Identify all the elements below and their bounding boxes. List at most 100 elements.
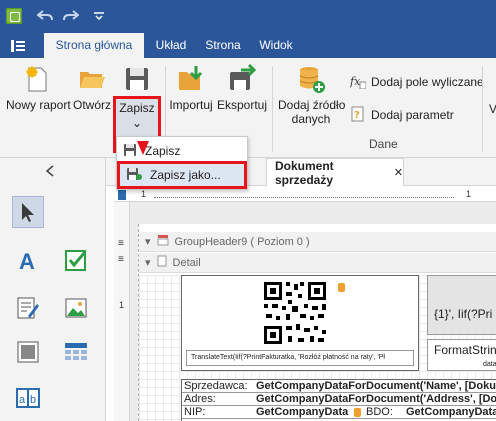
- new-report-button[interactable]: Nowy raport: [6, 64, 71, 112]
- collapse-all-icon[interactable]: ≡: [118, 238, 124, 249]
- company-data-table[interactable]: Sprzedawca: GetCompanyDataForDocument('N…: [181, 379, 496, 421]
- tab-widok[interactable]: Widok: [256, 33, 296, 58]
- save-dropdown-chevron-icon[interactable]: ⌄: [116, 116, 158, 130]
- ribbon-separator: [482, 66, 483, 152]
- database-add-icon: [296, 64, 326, 94]
- svg-text:A: A: [19, 249, 35, 272]
- ruler-mark: 1: [466, 189, 472, 199]
- tab-strona-glowna[interactable]: Strona główna: [44, 33, 144, 58]
- table-row[interactable]: Adres: GetCompanyDataForDocument('Addres…: [182, 393, 496, 406]
- open-folder-icon: [77, 64, 107, 94]
- qr-code-container[interactable]: TranslateText(Iif(?PrintFakturatka, 'Roz…: [181, 275, 419, 371]
- collapse-all-icon[interactable]: ≡: [118, 254, 124, 265]
- tab-dokument-sprzedazy[interactable]: Dokument sprzedaży ✕: [266, 158, 404, 187]
- data-group-label: Dane: [369, 137, 398, 151]
- redo-icon[interactable]: [62, 7, 80, 25]
- character-comb-tool-icon[interactable]: ab: [12, 382, 44, 414]
- group-header-icon: [157, 234, 169, 249]
- parameter-icon: ?: [350, 106, 366, 125]
- save-button[interactable]: [116, 64, 158, 94]
- collapse-triangle-icon[interactable]: ▾: [145, 235, 151, 248]
- add-parameter-label: Dodaj parametr: [371, 108, 454, 122]
- ruler-ticks: [154, 197, 454, 198]
- collapse-chevron-icon[interactable]: [45, 164, 55, 180]
- add-calculated-field-label: Dodaj pole wyliczane: [371, 75, 484, 89]
- ruler-mark: 1: [119, 300, 125, 310]
- row-value: GetCompanyDataForDocument('Name', [Doku: [256, 380, 496, 392]
- app-logo-icon: [6, 8, 22, 24]
- detail-band-icon: [157, 255, 167, 270]
- svg-text:b: b: [30, 394, 36, 406]
- menu-item-save-as[interactable]: Zapisz jako...: [117, 161, 247, 189]
- add-data-source-label-line2: danych: [291, 112, 331, 126]
- row-label: NIP:: [184, 406, 206, 418]
- export-label: Eksportuj: [217, 98, 268, 112]
- expression-text: {1}', Iif(?Pri: [434, 307, 493, 321]
- save-disk-icon: [122, 64, 152, 94]
- data-binding-icon: [354, 406, 361, 419]
- menu-item-save-label: Zapisz: [145, 144, 181, 158]
- toolbox-panel: A ab: [0, 158, 106, 421]
- undo-icon[interactable]: [36, 7, 54, 25]
- data-binding-icon: [338, 280, 345, 294]
- tab-strona[interactable]: Strona: [200, 33, 246, 58]
- format-string-text: FormatStrin: [434, 343, 496, 357]
- new-report-label: Nowy raport: [6, 98, 71, 112]
- add-calculated-field-button[interactable]: fx Dodaj pole wyliczane: [349, 72, 484, 92]
- svg-text:a: a: [19, 394, 26, 406]
- save-small-icon: [123, 143, 137, 160]
- vertical-ruler: ≡ ≡ 1: [114, 202, 130, 421]
- collapse-triangle-icon[interactable]: ▾: [145, 256, 151, 269]
- pointer-tool-icon[interactable]: [12, 196, 44, 228]
- expression-box[interactable]: {1}', Iif(?Pri: [427, 275, 496, 335]
- format-string-subtext: data: [483, 361, 496, 368]
- svg-text:?: ?: [354, 110, 360, 121]
- quick-access-dropdown-icon[interactable]: [90, 7, 108, 25]
- row-label: Adres:: [184, 393, 216, 405]
- tab-uklad[interactable]: Układ: [148, 33, 194, 58]
- menu-item-save-as-label: Zapisz jako...: [150, 168, 221, 182]
- row-value: GetCompanyData: [256, 406, 349, 418]
- rich-text-tool-icon[interactable]: [12, 292, 44, 324]
- open-button[interactable]: Otwórz: [72, 64, 112, 112]
- qr-code-icon: [262, 280, 328, 346]
- report-page: ▾ GroupHeader9 ( Poziom 0 ) ▾ Detail Tra…: [138, 224, 496, 421]
- table-row[interactable]: NIP: GetCompanyData BDO: GetCompanyData: [182, 406, 496, 419]
- add-data-source-label-line1: Dodaj źródło: [278, 98, 346, 112]
- table-row[interactable]: Sprzedawca: GetCompanyDataForDocument('N…: [182, 380, 496, 393]
- import-button[interactable]: Importuj: [168, 64, 214, 112]
- qr-caption-expression[interactable]: TranslateText(Iif(?PrintFakturatka, 'Roz…: [186, 350, 414, 366]
- svg-text:fx: fx: [350, 75, 361, 88]
- export-button[interactable]: Eksportuj: [217, 63, 268, 112]
- import-icon: [176, 64, 206, 94]
- save-label: Zapisz: [119, 101, 155, 115]
- save-dropdown-menu: Zapisz Zapisz jako...: [116, 136, 248, 190]
- new-report-icon: [22, 64, 52, 94]
- file-menu-icon[interactable]: [0, 33, 36, 58]
- add-data-source-button[interactable]: Dodaj źródło danych: [278, 64, 346, 126]
- checkbox-tool-icon[interactable]: [60, 244, 92, 276]
- format-string-box[interactable]: FormatStrin data: [427, 339, 496, 371]
- add-parameter-button[interactable]: ? Dodaj parametr: [350, 105, 454, 125]
- horizontal-ruler: 1 1: [114, 188, 496, 202]
- report-canvas[interactable]: ▾ GroupHeader9 ( Poziom 0 ) ▾ Detail Tra…: [130, 202, 496, 421]
- close-icon[interactable]: ✕: [394, 166, 403, 179]
- group-header-band[interactable]: ▾ GroupHeader9 ( Poziom 0 ): [139, 232, 496, 252]
- row-value-secondary: GetCompanyData: [406, 406, 496, 418]
- row-label: Sprzedawca:: [184, 380, 248, 392]
- save-as-icon: [126, 167, 142, 184]
- calculated-field-icon: fx: [349, 73, 367, 92]
- ribbon-separator: [272, 66, 273, 152]
- row-label-secondary: BDO:: [366, 406, 393, 418]
- group-header-label: GroupHeader9 ( Poziom 0 ): [174, 235, 310, 248]
- label-tool-icon[interactable]: A: [12, 244, 44, 276]
- red-pointer-arrow: [137, 141, 149, 155]
- detail-band[interactable]: ▾ Detail: [139, 253, 496, 273]
- import-label: Importuj: [169, 98, 213, 112]
- panel-tool-icon[interactable]: [12, 336, 44, 368]
- document-tab-title: Dokument sprzedaży: [275, 158, 334, 187]
- table-tool-icon[interactable]: [60, 336, 92, 368]
- row-value: GetCompanyDataForDocument('Address', [Do: [256, 393, 496, 405]
- picture-tool-icon[interactable]: [60, 292, 92, 324]
- ribbon-overflow-label: V: [489, 102, 496, 116]
